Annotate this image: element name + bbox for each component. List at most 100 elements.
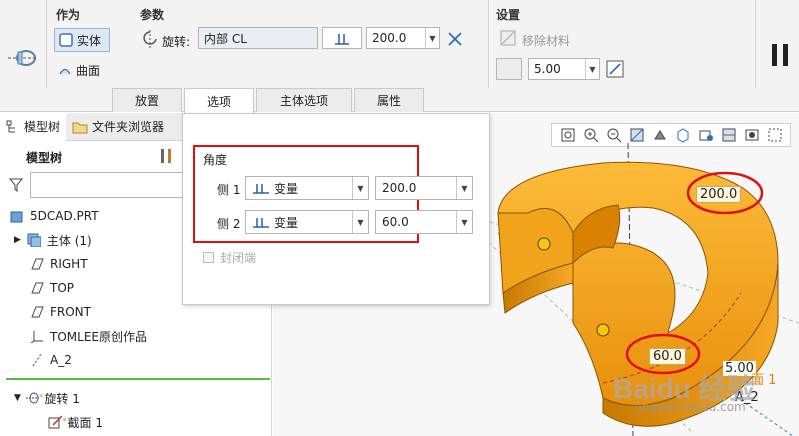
- tree-item-datum-plane[interactable]: TOP: [30, 277, 74, 299]
- tree-item-label: A_2: [50, 353, 72, 367]
- settings-group-title: 设置: [496, 8, 521, 22]
- tab-options[interactable]: 选项: [184, 88, 254, 113]
- variable-angle-icon: [253, 218, 269, 228]
- side2-type-value: 变量: [274, 215, 299, 230]
- ribbon-separator: [488, 0, 489, 88]
- revolve-feature-icon: [8, 50, 36, 66]
- thicken-toggle[interactable]: [496, 58, 522, 80]
- tab-folder-browser-label: 文件夹浏览器: [92, 120, 165, 134]
- tree-item-label: RIGHT: [50, 257, 88, 271]
- ribbon: 作为 实体 曲面 参数 旋转: 内部 CL 200.0 ▼ 设置 移除材料 5.…: [0, 0, 799, 113]
- watermark-url: jingyan.baidu.com: [635, 400, 746, 414]
- side1-label: 侧 1: [217, 183, 241, 197]
- options-panel: 角度 侧 1 变量 ▼ 200.0 ▼ 侧 2 变量 ▼ 60.0 ▼ 封闭端: [182, 113, 490, 305]
- angle-value: 200.0: [372, 31, 407, 45]
- revolve-axis-icon: [143, 30, 157, 48]
- variable-angle-icon: [253, 184, 269, 194]
- remove-material-icon[interactable]: [500, 30, 516, 46]
- chevron-down-icon[interactable]: ▼: [456, 211, 472, 233]
- tree-item-datum-plane[interactable]: FRONT: [30, 301, 91, 323]
- tree-item-body[interactable]: ▶ 主体 (1): [14, 229, 92, 251]
- flip-direction-icon[interactable]: [446, 30, 464, 48]
- side1-type-dropdown[interactable]: 变量 ▼: [245, 176, 369, 200]
- dim-60-label[interactable]: 60.0: [649, 348, 686, 365]
- sketch-icon: [48, 415, 62, 429]
- remove-material-label: 移除材料: [522, 34, 571, 48]
- solid-icon: [59, 33, 73, 47]
- filter-icon[interactable]: [8, 177, 24, 193]
- tree-settings-icon[interactable]: [158, 147, 176, 165]
- tree-item-label: 旋转 1: [44, 391, 80, 406]
- tree-item-revolve[interactable]: ▼ * 旋转 1: [14, 387, 80, 409]
- tree-item-label: TOMLEE原创作品: [50, 329, 147, 344]
- side1-type-value: 变量: [274, 181, 299, 196]
- tree-item-part[interactable]: 5DCAD.PRT: [10, 205, 99, 227]
- side1-value-field[interactable]: 200.0 ▼: [375, 176, 473, 200]
- tree-item-label: FRONT: [50, 305, 91, 319]
- thickness-value: 5.00: [534, 62, 561, 76]
- surface-label: 曲面: [76, 63, 101, 78]
- capped-ends-checkbox[interactable]: [203, 252, 214, 263]
- tree-icon: [6, 120, 15, 132]
- tab-model-tree[interactable]: 模型树: [0, 112, 67, 141]
- tree-item-axis[interactable]: A_2: [30, 349, 72, 371]
- model-tree-header: 模型树: [26, 151, 63, 165]
- angle-type-dropdown[interactable]: [322, 27, 362, 49]
- angle-value-field[interactable]: 200.0 ▼: [366, 27, 440, 49]
- thickness-field[interactable]: 5.00 ▼: [528, 58, 600, 80]
- pause-icon[interactable]: [772, 44, 777, 66]
- tab-body-options[interactable]: 主体选项: [256, 88, 352, 112]
- chevron-down-icon[interactable]: ▼: [585, 59, 599, 79]
- solid-label: 实体: [77, 33, 102, 48]
- flip-thickness-icon[interactable]: [606, 60, 624, 78]
- revolve-icon: [25, 392, 39, 404]
- side2-value: 60.0: [382, 215, 409, 229]
- collapse-arrow-icon[interactable]: ▼: [14, 393, 21, 403]
- as-group-title: 作为: [56, 8, 81, 22]
- expand-arrow-icon[interactable]: ▶: [14, 235, 21, 245]
- chevron-down-icon[interactable]: ▼: [456, 177, 472, 199]
- part-icon: [10, 211, 23, 223]
- side1-value: 200.0: [382, 181, 417, 195]
- dim-200-label[interactable]: 200.0: [696, 186, 742, 203]
- datum-plane-icon: [31, 282, 44, 294]
- folder-icon: [72, 122, 88, 133]
- angle-section-title: 角度: [203, 153, 228, 167]
- datum-plane-icon: [31, 258, 44, 270]
- capped-ends-label: 封闭端: [220, 251, 257, 265]
- tree-item-label: TOP: [50, 281, 75, 295]
- surface-icon: [59, 68, 71, 75]
- tree-item-datum-plane[interactable]: RIGHT: [30, 253, 88, 275]
- coordinate-system-icon: [30, 331, 43, 343]
- tab-folder-browser[interactable]: 文件夹浏览器: [66, 113, 170, 141]
- tree-item-label: 截面 1: [67, 415, 103, 430]
- surface-button[interactable]: 曲面: [54, 58, 110, 82]
- ribbon-separator: [755, 0, 756, 88]
- new-feature-star-icon: *: [38, 393, 44, 403]
- tree-item-coordinate-system[interactable]: TOMLEE原创作品: [30, 325, 147, 347]
- datum-plane-icon: [31, 306, 44, 318]
- dashboard-tabs: 放置 选项 主体选项 属性: [112, 88, 426, 113]
- tab-placement[interactable]: 放置: [112, 88, 182, 112]
- tab-properties[interactable]: 属性: [354, 88, 424, 112]
- ribbon-separator: [46, 0, 47, 88]
- pause-icon-bar: [783, 44, 788, 66]
- insert-indicator: [6, 378, 270, 380]
- tree-item-label: 5DCAD.PRT: [30, 209, 99, 223]
- params-group-title: 参数: [140, 8, 165, 22]
- tree-item-label: 主体 (1): [46, 233, 92, 248]
- chevron-down-icon[interactable]: ▼: [352, 211, 368, 233]
- revolve-label: 旋转:: [162, 35, 191, 49]
- side2-value-field[interactable]: 60.0 ▼: [375, 210, 473, 234]
- side2-label: 侧 2: [217, 217, 241, 231]
- capped-ends-option[interactable]: 封闭端: [203, 249, 256, 266]
- chevron-down-icon[interactable]: ▼: [425, 28, 439, 48]
- variable-angle-icon: [335, 34, 349, 45]
- axis-reference-field[interactable]: 内部 CL: [198, 27, 318, 49]
- solid-button[interactable]: 实体: [54, 28, 110, 52]
- side2-type-dropdown[interactable]: 变量 ▼: [245, 210, 369, 234]
- body-icon: [27, 233, 41, 247]
- tree-item-section[interactable]: * 截面 1: [48, 411, 103, 433]
- datum-axis-icon: [32, 353, 42, 367]
- chevron-down-icon[interactable]: ▼: [352, 177, 368, 199]
